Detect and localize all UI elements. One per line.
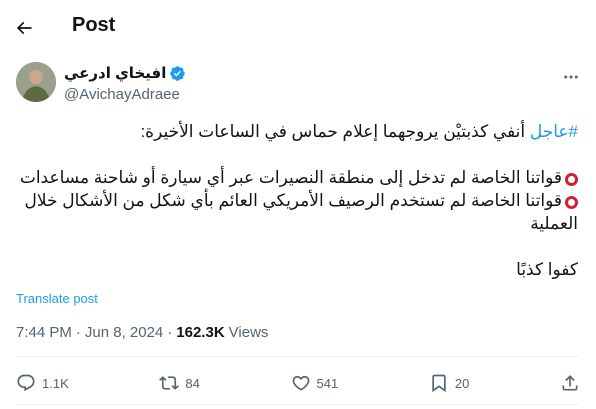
tweet-date[interactable]: Jun 8, 2024 [85,324,163,341]
views-count: 162.3K [176,324,225,341]
bookmark-icon [432,374,446,393]
translate-post-link[interactable]: Translate post [16,291,98,306]
hashtag-link[interactable]: #عاجل [530,122,578,141]
tweet-line-2-text: قواتنا الخاصة لم تدخل إلى منطقة النصيرات… [19,168,562,187]
tweet-line-3: قواتنا الخاصة لم تستخدم الرصيف الأمريكي … [16,189,578,235]
repost-count: 84 [185,375,200,391]
views-label: Views [228,324,269,341]
tweet-line-3-text: قواتنا الخاصة لم تستخدم الرصيف الأمريكي … [24,191,578,233]
tweet-line-1-text: أنفي كذبتيْن يروجهما إعلام حماس في الساع… [140,122,530,141]
avatar[interactable] [16,62,56,102]
tweet-line-4: كفوا كذبًا [516,260,578,279]
meta-separator: · [75,324,81,341]
bookmark-count: 20 [454,375,470,391]
repost-button[interactable]: 84 [159,373,200,393]
reply-count: 1.1K [42,375,69,391]
more-button[interactable] [560,66,582,88]
tweet-line-2: قواتنا الخاصة لم تدخل إلى منطقة النصيرات… [16,166,578,189]
like-count: 541 [316,375,339,391]
author-handle[interactable]: @AvichayAdraee [64,86,180,103]
author-display-name: افيخاي ادرعي [64,65,167,82]
repost-icon [159,376,180,390]
action-bar: 1.1K 84 541 20 [16,366,580,400]
page-title: Post [72,14,116,36]
verified-badge-icon [170,65,186,81]
tweet-meta: 7:44 PM · Jun 8, 2024 · 162.3K Views [16,324,268,341]
like-button[interactable]: 541 [291,373,339,393]
share-button[interactable] [560,373,580,393]
more-horizontal-icon [564,75,578,79]
red-circle-icon [565,196,578,209]
heart-icon [292,375,309,391]
tweet-time[interactable]: 7:44 PM [16,324,72,341]
reply-icon [17,374,35,392]
share-icon [562,375,578,391]
red-circle-icon [565,173,578,186]
reply-button[interactable]: 1.1K [16,373,69,393]
bookmark-button[interactable]: 20 [429,373,469,393]
meta-separator: · [167,324,173,341]
divider [16,356,580,357]
arrow-left-icon [16,21,32,35]
author-name[interactable]: افيخاي ادرعي [64,64,186,82]
divider [16,404,580,405]
back-button[interactable] [6,10,42,46]
tweet-line-1: #عاجل أنفي كذبتيْن يروجهما إعلام حماس في… [16,120,578,143]
tweet-body: #عاجل أنفي كذبتيْن يروجهما إعلام حماس في… [16,120,578,281]
